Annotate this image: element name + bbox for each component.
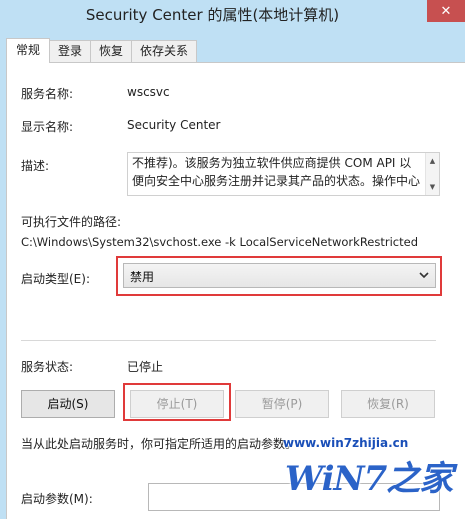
pause-button[interactable]: 暂停(P) — [235, 390, 329, 418]
tab-recovery[interactable]: 恢复 — [90, 40, 133, 62]
title-bar[interactable]: Security Center 的属性(本地计算机) ✕ — [0, 0, 465, 32]
tab-strip: 常规 登录 恢复 依存关系 — [6, 38, 198, 63]
resume-button[interactable]: 恢复(R) — [341, 390, 435, 418]
startup-type-select[interactable]: 禁用 — [123, 263, 436, 288]
display-name-value: Security Center — [127, 118, 221, 132]
chevron-down-icon — [419, 272, 429, 279]
description-scrollbar[interactable]: ▲ ▼ — [425, 153, 439, 195]
close-icon: ✕ — [440, 3, 452, 19]
service-name-value: wscsvc — [127, 85, 170, 99]
scroll-down-icon[interactable]: ▼ — [426, 181, 439, 193]
tab-dependencies[interactable]: 依存关系 — [131, 40, 198, 62]
watermark-brand: WiN7之家 — [285, 459, 453, 499]
service-status-label: 服务状态: — [21, 360, 74, 374]
tab-general[interactable]: 常规 — [6, 38, 51, 63]
exe-path-value: C:\Windows\System32\svchost.exe -k Local… — [21, 235, 419, 249]
start-button[interactable]: 启动(S) — [21, 390, 115, 418]
service-status-value: 已停止 — [127, 360, 164, 374]
exe-path-label: 可执行文件的路径: — [21, 215, 122, 229]
description-label: 描述: — [21, 159, 50, 173]
close-button[interactable]: ✕ — [427, 0, 465, 22]
description-box[interactable]: 不推荐)。该服务为独立软件供应商提供 COM API 以便向安全中心服务注册并记… — [127, 152, 440, 196]
watermark-url: www.win7zhijia.cn — [283, 436, 409, 450]
display-name-label: 显示名称: — [21, 120, 74, 134]
scroll-up-icon[interactable]: ▲ — [426, 155, 439, 167]
start-params-hint: 当从此处启动服务时，你可指定所适用的启动参数。 — [21, 437, 298, 451]
startup-type-label: 启动类型(E): — [21, 272, 90, 286]
general-panel: 服务名称: wscsvc 显示名称: Security Center 描述: 不… — [6, 62, 465, 519]
description-text: 不推荐)。该服务为独立软件供应商提供 COM API 以便向安全中心服务注册并记… — [132, 156, 421, 188]
window-title: Security Center 的属性(本地计算机) — [85, 6, 340, 24]
stop-button[interactable]: 停止(T) — [130, 390, 224, 418]
tab-logon[interactable]: 登录 — [49, 40, 92, 62]
startup-type-value: 禁用 — [130, 270, 155, 284]
divider — [21, 340, 436, 341]
service-name-label: 服务名称: — [21, 87, 74, 101]
watermark-logo: www.win7zhijia.cn WiN7之家 — [275, 433, 465, 519]
start-params-label: 启动参数(M): — [21, 492, 93, 506]
